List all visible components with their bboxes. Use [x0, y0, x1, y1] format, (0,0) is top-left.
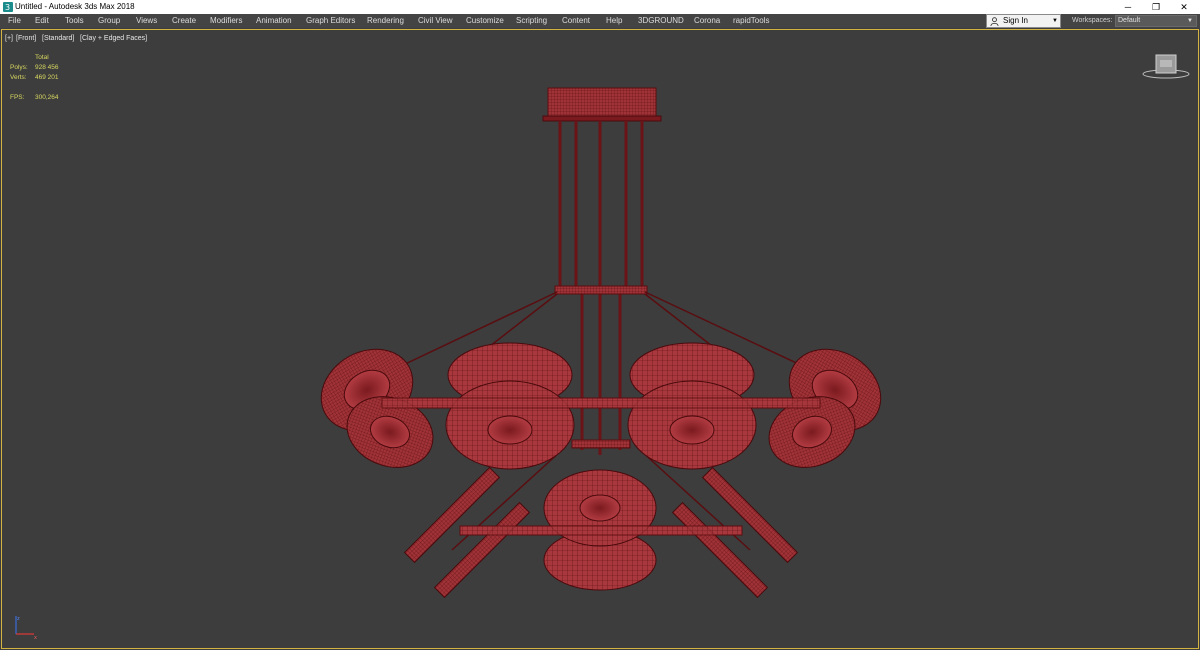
chandelier-mesh[interactable] — [2, 30, 1199, 649]
menu-civil-view[interactable]: Civil View — [418, 14, 453, 28]
chevron-down-icon: ▼ — [1052, 18, 1058, 24]
stats-total-header: Total — [35, 54, 49, 61]
menu-rapidtools[interactable]: rapidTools — [733, 14, 769, 28]
menu-corona[interactable]: Corona — [694, 14, 720, 28]
menu-3dground[interactable]: 3DGROUND — [638, 14, 684, 28]
menu-graph-editors[interactable]: Graph Editors — [306, 14, 355, 28]
menu-group[interactable]: Group — [98, 14, 120, 28]
menu-content[interactable]: Content — [562, 14, 590, 28]
maximize-button[interactable]: ❐ — [1142, 0, 1170, 14]
minimize-button[interactable]: ─ — [1114, 0, 1142, 14]
axis-tripod-icon: z x — [15, 616, 37, 641]
menu-scripting[interactable]: Scripting — [516, 14, 547, 28]
menu-customize[interactable]: Customize — [466, 14, 504, 28]
stats-fps-value: 300,264 — [35, 94, 59, 101]
menu-create[interactable]: Create — [172, 14, 196, 28]
front-viewport[interactable]: [+] [Front] [Standard] [Clay + Edged Fac… — [1, 29, 1199, 649]
sign-in-label: Sign In — [1003, 16, 1028, 25]
workspaces-select[interactable]: Default ▼ — [1115, 15, 1197, 27]
stats-polys-label: Polys: — [10, 64, 28, 71]
menu-animation[interactable]: Animation — [256, 14, 292, 28]
menu-tools[interactable]: Tools — [65, 14, 84, 28]
viewcube-icon[interactable] — [1142, 54, 1190, 80]
stats-fps-label: FPS: — [10, 94, 25, 101]
svg-text:z: z — [17, 616, 20, 622]
menu-edit[interactable]: Edit — [35, 14, 49, 28]
close-button[interactable]: ✕ — [1170, 0, 1198, 14]
viewport-shading-standard[interactable]: [Standard] — [42, 34, 74, 44]
stats-polys-value: 928 456 — [35, 64, 59, 71]
menu-modifiers[interactable]: Modifiers — [210, 14, 242, 28]
svg-text:x: x — [34, 635, 37, 641]
stats-verts-label: Verts: — [10, 74, 27, 81]
svg-text:3: 3 — [5, 3, 10, 12]
menu-rendering[interactable]: Rendering — [367, 14, 404, 28]
menu-file[interactable]: File — [8, 14, 21, 28]
chevron-down-icon: ▼ — [1187, 18, 1193, 24]
workspaces-value: Default — [1118, 17, 1141, 24]
viewport-point-of-view[interactable]: [Front] — [16, 34, 36, 44]
workspaces-label: Workspaces: — [1072, 17, 1113, 24]
window-title: Untitled - Autodesk 3ds Max 2018 — [15, 2, 135, 11]
user-icon — [990, 17, 999, 26]
menu-help[interactable]: Help — [606, 14, 622, 28]
viewport-display-mode[interactable]: [Clay + Edged Faces] — [80, 34, 147, 44]
viewport-menu-plus[interactable]: [+] — [5, 34, 13, 44]
stats-verts-value: 469 201 — [35, 74, 59, 81]
sign-in-dropdown[interactable]: Sign In ▼ — [986, 14, 1061, 28]
3dsmax-app-icon: 3 — [3, 2, 13, 12]
menu-views[interactable]: Views — [136, 14, 157, 28]
title-bar: 3 Untitled - Autodesk 3ds Max 2018 ─ ❐ ✕ — [0, 0, 1200, 14]
